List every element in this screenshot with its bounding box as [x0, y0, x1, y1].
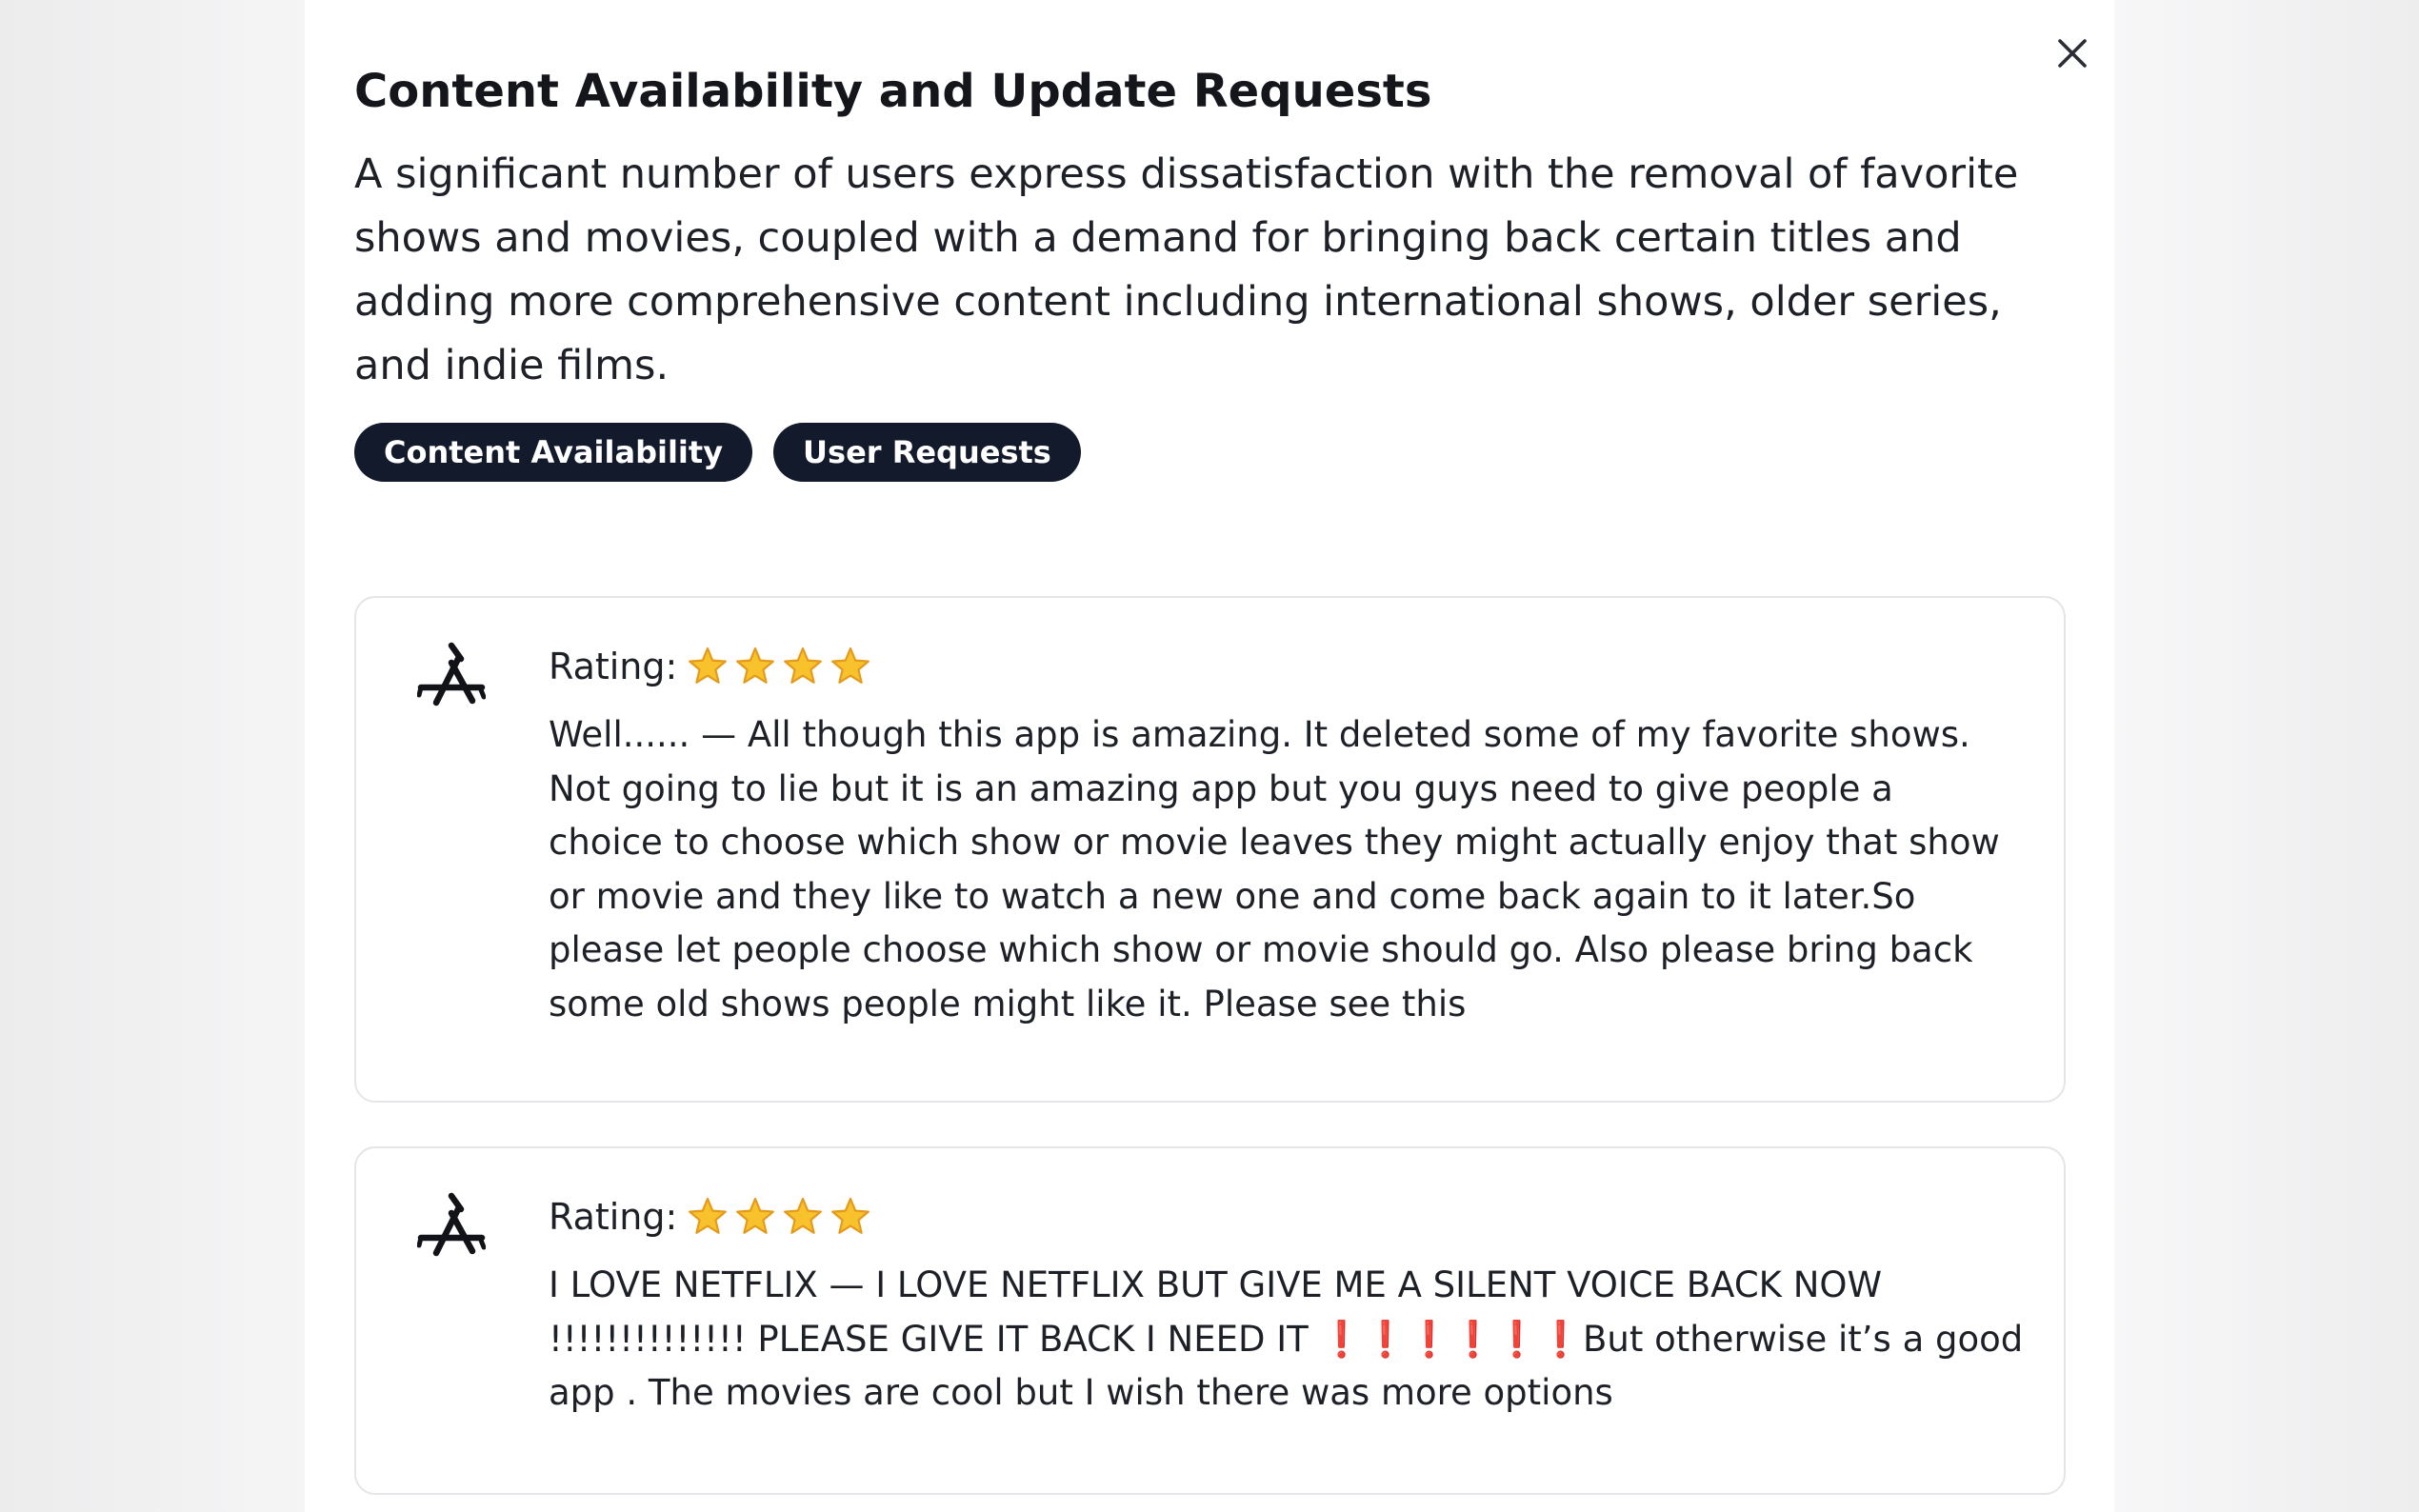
star-icon	[784, 1197, 823, 1234]
star-icon	[689, 647, 728, 684]
star-icon	[736, 1197, 775, 1234]
rating-stars	[687, 646, 871, 687]
rating-stars	[687, 1196, 871, 1238]
tag-content-availability[interactable]: Content Availability	[354, 423, 753, 482]
tag-list: Content Availability User Requests	[354, 423, 1081, 482]
star-icon	[831, 1197, 870, 1234]
review-body: Rating: Well...... — All though this app…	[549, 638, 2034, 1031]
rating-label: Rating:	[549, 646, 678, 687]
modal-description: A significant number of users express di…	[354, 150, 2019, 389]
app-store-icon	[417, 642, 486, 706]
star-icon	[784, 647, 823, 684]
exclamation-emoji: ❗	[1363, 1318, 1408, 1360]
review-body: Rating: I LOVE NETFLIX — I LOVE NETFLIX …	[549, 1188, 2034, 1421]
star-icon	[831, 647, 870, 684]
exclamation-emoji: ❗	[1538, 1318, 1583, 1360]
app-store-icon	[417, 1192, 486, 1257]
exclamation-emoji: ❗	[1494, 1318, 1539, 1360]
page-backdrop-left	[0, 0, 305, 1512]
close-icon	[2058, 39, 2087, 68]
review-text: Well...... — All though this app is amaz…	[549, 714, 2000, 1025]
exclamation-emoji: ❗	[1407, 1318, 1451, 1360]
star-icon	[736, 647, 775, 684]
page-backdrop-right	[2114, 0, 2419, 1512]
star-icon	[689, 1197, 728, 1234]
modal-title: Content Availability and Update Requests	[354, 65, 1432, 118]
review-text: I LOVE NETFLIX — I LOVE NETFLIX BUT GIVE…	[549, 1264, 2024, 1413]
rating-row: Rating:	[549, 638, 2034, 695]
exclamation-emoji: ❗	[1319, 1318, 1364, 1360]
theme-detail-modal: Content Availability and Update Requests…	[305, 0, 2114, 1512]
exclamation-emoji: ❗	[1450, 1318, 1495, 1360]
close-button[interactable]	[2048, 29, 2097, 78]
review-list: Rating: Well...... — All though this app…	[354, 596, 2066, 1512]
review-card: Rating: I LOVE NETFLIX — I LOVE NETFLIX …	[354, 1146, 2066, 1495]
tag-user-requests[interactable]: User Requests	[773, 423, 1081, 482]
review-card: Rating: Well...... — All though this app…	[354, 596, 2066, 1103]
rating-row: Rating:	[549, 1188, 2034, 1245]
rating-label: Rating:	[549, 1196, 678, 1238]
